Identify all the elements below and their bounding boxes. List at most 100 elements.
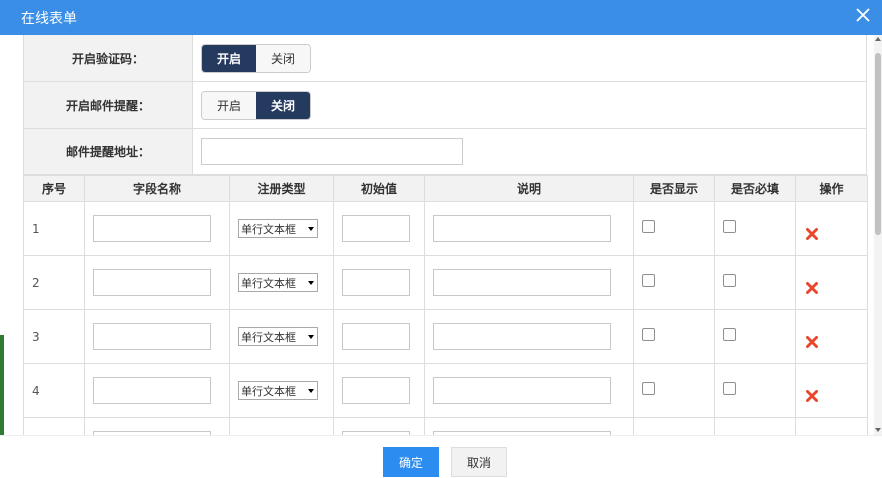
vertical-scrollbar[interactable]: [874, 35, 882, 435]
cancel-button[interactable]: 取消: [451, 447, 507, 477]
captcha-off-option[interactable]: 关闭: [256, 45, 310, 72]
required-cell: [714, 201, 796, 256]
type-select-value: 单行文本框: [241, 384, 296, 398]
mail-remind-on-option[interactable]: 开启: [202, 92, 256, 119]
type-select[interactable]: 单行文本框: [238, 273, 318, 292]
fields-table: 序号 字段名称 注册类型 初始值 说明 是否显示 是否必填 操作 1 单行文本框 2…: [23, 175, 868, 435]
header-action: 操作: [795, 175, 868, 202]
type-cell: 单行文本框: [229, 363, 334, 418]
required-checkbox[interactable]: [723, 220, 736, 233]
type-cell: 单行文本框: [229, 201, 334, 256]
dialog-footer: 确定 取消: [0, 435, 882, 478]
delete-x-icon[interactable]: [805, 389, 819, 403]
show-cell: [633, 363, 715, 418]
type-select-value: 单行文本框: [241, 222, 296, 236]
show-cell: [633, 255, 715, 310]
type-cell: 单行文本框: [229, 309, 334, 364]
type-select[interactable]: 单行文本框: [238, 219, 318, 238]
header-field-name: 字段名称: [84, 175, 230, 202]
field-name-input[interactable]: [93, 215, 211, 242]
required-checkbox[interactable]: [723, 274, 736, 287]
table-header-row: 序号 字段名称 注册类型 初始值 说明 是否显示 是否必填 操作: [23, 175, 868, 202]
description-input[interactable]: [433, 269, 611, 296]
type-select[interactable]: 单行文本框: [238, 327, 318, 346]
header-required: 是否必填: [714, 175, 796, 202]
header-index: 序号: [23, 175, 85, 202]
chevron-down-icon: [308, 335, 314, 339]
field-name-cell: [84, 309, 230, 364]
captcha-label: 开启验证码：: [24, 35, 193, 81]
field-name-cell: [84, 201, 230, 256]
captcha-row: 开启验证码： 开启 关闭: [24, 35, 866, 82]
type-select[interactable]: 单行文本框: [238, 381, 318, 400]
required-checkbox[interactable]: [723, 382, 736, 395]
field-name-input[interactable]: [93, 323, 211, 350]
initial-cell: [333, 417, 425, 435]
settings-section: 开启验证码： 开启 关闭 开启邮件提醒： 开启 关闭 邮件提醒地址：: [23, 35, 867, 175]
scroll-thumb[interactable]: [875, 53, 881, 235]
initial-input[interactable]: [342, 269, 410, 296]
show-checkbox[interactable]: [642, 382, 655, 395]
show-checkbox[interactable]: [642, 220, 655, 233]
table-row: 4 单行文本框: [23, 363, 868, 418]
mail-remind-off-option[interactable]: 关闭: [256, 92, 310, 119]
header-description: 说明: [424, 175, 634, 202]
table-row: [23, 417, 868, 435]
delete-x-icon[interactable]: [805, 335, 819, 349]
mail-remind-toggle[interactable]: 开启 关闭: [201, 91, 311, 120]
mail-address-row: 邮件提醒地址：: [24, 129, 866, 175]
mail-address-input[interactable]: [201, 138, 463, 165]
show-cell: [633, 201, 715, 256]
initial-input[interactable]: [342, 215, 410, 242]
close-icon[interactable]: [855, 7, 871, 23]
show-checkbox[interactable]: [642, 328, 655, 341]
header-show: 是否显示: [633, 175, 715, 202]
initial-cell: [333, 255, 425, 310]
table-row: 2 单行文本框: [23, 255, 868, 310]
scroll-down-arrow[interactable]: [875, 428, 881, 432]
required-cell: [714, 417, 796, 435]
field-name-cell: [84, 255, 230, 310]
description-cell: [424, 255, 634, 310]
row-index: 3: [23, 309, 85, 364]
mail-remind-label: 开启邮件提醒：: [24, 82, 193, 128]
delete-x-icon[interactable]: [805, 227, 819, 241]
type-select-value: 单行文本框: [241, 330, 296, 344]
field-name-input[interactable]: [93, 377, 211, 404]
field-name-input[interactable]: [93, 269, 211, 296]
initial-input[interactable]: [342, 323, 410, 350]
field-name-cell: [84, 363, 230, 418]
show-cell: [633, 309, 715, 364]
initial-input[interactable]: [342, 377, 410, 404]
row-index: 4: [23, 363, 85, 418]
required-checkbox[interactable]: [723, 328, 736, 341]
mail-address-label: 邮件提醒地址：: [24, 129, 193, 174]
dialog-body: 开启验证码： 开启 关闭 开启邮件提醒： 开启 关闭 邮件提醒地址： 序号 字段…: [0, 35, 882, 435]
scroll-up-arrow[interactable]: [875, 37, 881, 41]
initial-cell: [333, 363, 425, 418]
action-cell: [795, 363, 868, 418]
type-cell: [229, 417, 334, 435]
confirm-button[interactable]: 确定: [383, 447, 439, 477]
description-input[interactable]: [433, 377, 611, 404]
header-initial: 初始值: [333, 175, 425, 202]
header-type: 注册类型: [229, 175, 334, 202]
table-row: 3 单行文本框: [23, 309, 868, 364]
action-cell: [795, 417, 868, 435]
chevron-down-icon: [308, 281, 314, 285]
initial-cell: [333, 309, 425, 364]
action-cell: [795, 255, 868, 310]
show-checkbox[interactable]: [642, 274, 655, 287]
row-index: [23, 417, 85, 435]
description-cell: [424, 309, 634, 364]
show-cell: [633, 417, 715, 435]
description-input[interactable]: [433, 215, 611, 242]
delete-x-icon[interactable]: [805, 281, 819, 295]
table-row: 1 单行文本框: [23, 201, 868, 256]
required-cell: [714, 363, 796, 418]
action-cell: [795, 309, 868, 364]
initial-cell: [333, 201, 425, 256]
captcha-toggle[interactable]: 开启 关闭: [201, 44, 311, 73]
description-input[interactable]: [433, 323, 611, 350]
captcha-on-option[interactable]: 开启: [202, 45, 256, 72]
